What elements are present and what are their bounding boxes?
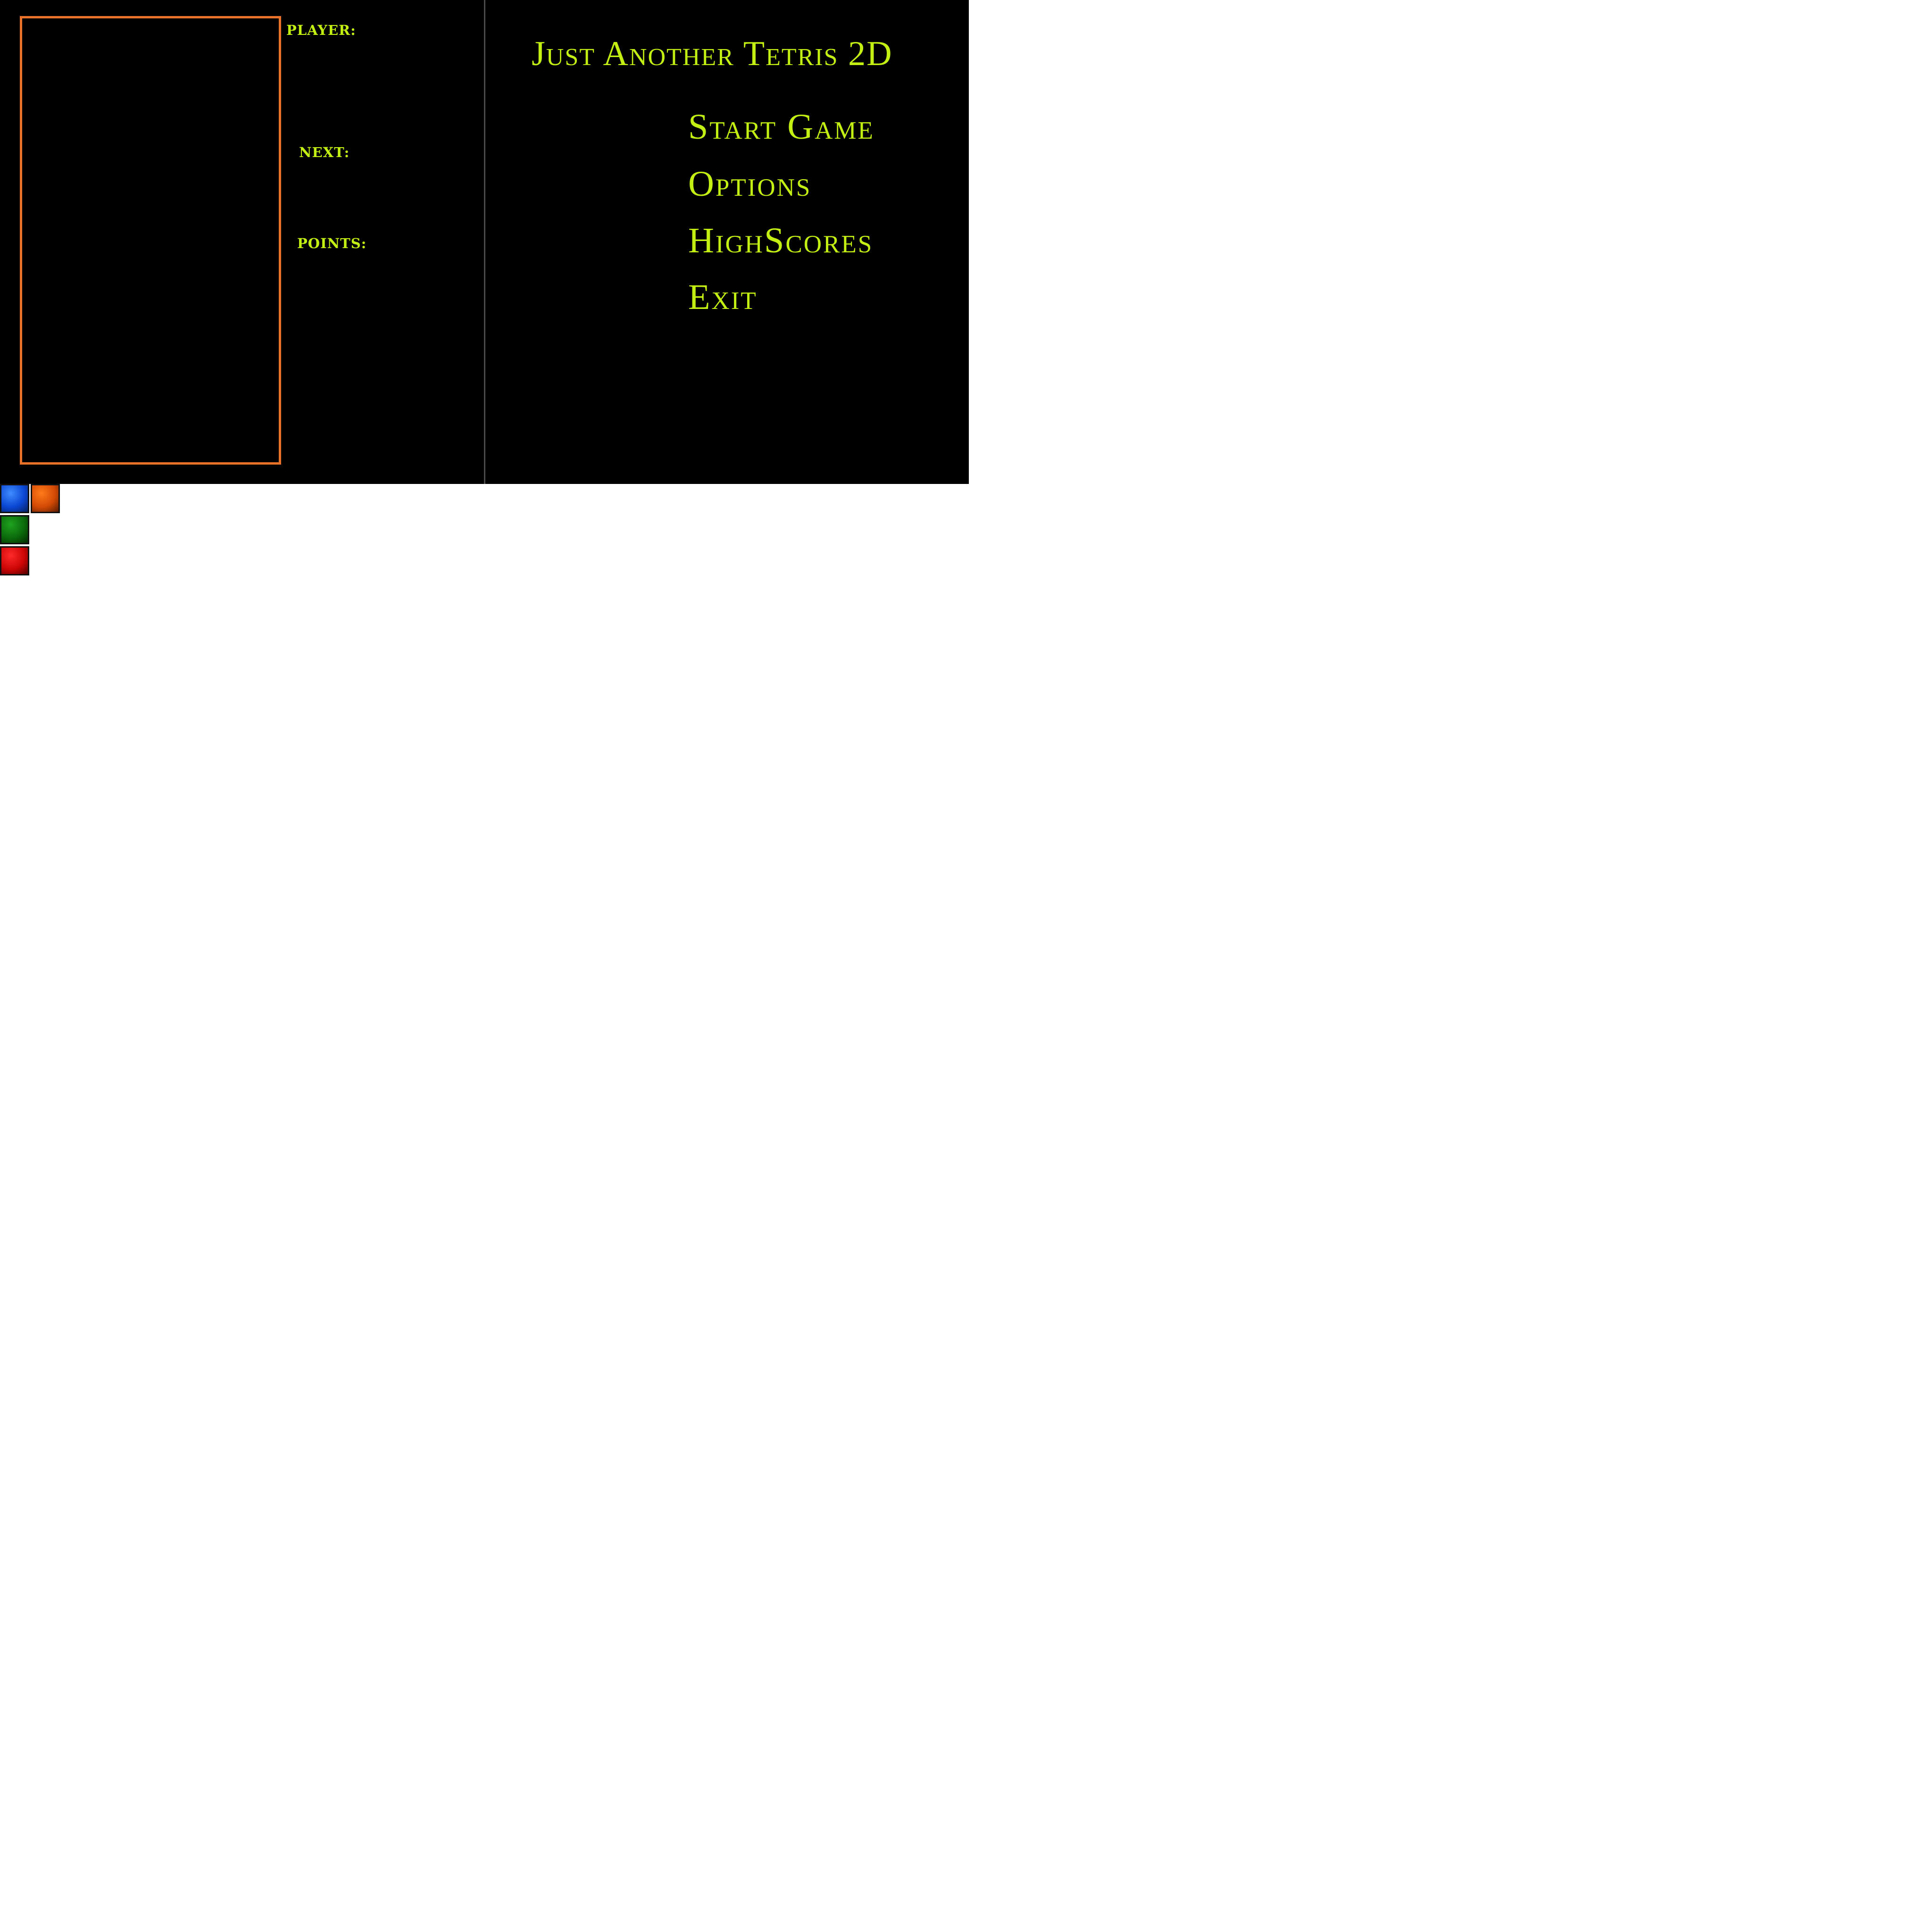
options-button[interactable]: Options [688, 164, 811, 205]
next-label: NEXT: [299, 144, 350, 160]
player-label: PLAYER: [286, 22, 356, 38]
game-title: Just Another Tetris 2D [532, 34, 893, 73]
points-label: POINTS: [297, 235, 367, 251]
green-block-swatch [0, 515, 29, 544]
red-block-swatch [0, 546, 29, 575]
orange-block-swatch [31, 484, 60, 513]
game-panel: PLAYER: NEXT: POINTS: [0, 0, 484, 484]
blue-block-swatch [0, 484, 29, 513]
highscores-button[interactable]: HighScores [688, 220, 873, 261]
exit-button[interactable]: Exit [688, 277, 758, 318]
start-game-button[interactable]: Start Game [688, 107, 874, 148]
playfield [20, 16, 281, 465]
main-menu-panel: Just Another Tetris 2D Start Game Option… [484, 0, 969, 484]
